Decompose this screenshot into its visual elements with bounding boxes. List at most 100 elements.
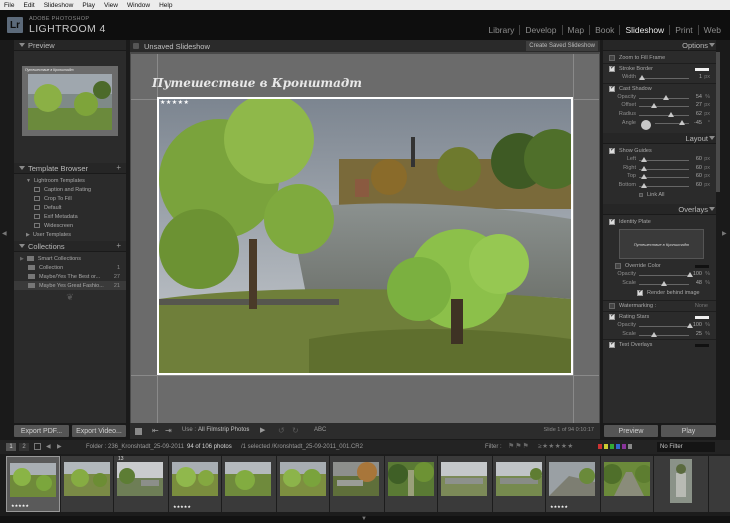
layout-header[interactable]: Layout xyxy=(603,133,716,144)
filmstrip-thumb[interactable] xyxy=(493,456,545,512)
preview-panel-header[interactable]: Preview xyxy=(14,40,126,51)
add-collection-icon[interactable]: + xyxy=(116,241,121,250)
folder-lightroom-templates[interactable]: ▼ Lightroom Templates xyxy=(14,176,126,185)
bottom-guide-slider[interactable]: Bottom 60 px xyxy=(603,182,716,191)
show-guides-row[interactable]: Show Guides xyxy=(603,146,716,156)
filter-preset-select[interactable]: No Filter xyxy=(657,442,715,452)
rating-opacity-slider[interactable]: Opacity 100% xyxy=(603,322,716,331)
star-filter-icon[interactable]: ≥★★★★★ xyxy=(538,442,574,450)
template-item[interactable]: Widescreen xyxy=(14,221,126,230)
watermarking-checkbox[interactable] xyxy=(609,303,615,309)
template-browser-header[interactable]: Template Browser + xyxy=(14,163,126,174)
preview-button[interactable]: Preview xyxy=(604,425,658,437)
next-slide-icon[interactable]: ⇥ xyxy=(165,426,172,435)
previous-slide-icon[interactable]: ⇤ xyxy=(152,426,159,435)
identity-plate-preview[interactable]: Путешествие в Кронштадт xyxy=(619,229,704,259)
zoom-to-fill-row[interactable]: Zoom to Fill Frame xyxy=(603,53,716,63)
main-photo[interactable] xyxy=(159,99,571,373)
cast-shadow-checkbox[interactable] xyxy=(609,84,615,92)
rating-stars-checkbox[interactable] xyxy=(609,312,615,320)
menu-help[interactable]: Help xyxy=(159,2,172,9)
collection-item[interactable]: Maybe/Yes The Best or... 27 xyxy=(14,272,126,281)
collection-item[interactable]: Collection 1 xyxy=(14,263,126,272)
rating-stars-row[interactable]: Rating Stars xyxy=(603,312,716,322)
menu-slideshow[interactable]: Slideshow xyxy=(44,2,74,9)
template-item[interactable]: Default xyxy=(14,203,126,212)
play-icon[interactable]: ▶ xyxy=(260,426,265,434)
template-item[interactable]: Crop To Fill xyxy=(14,194,126,203)
use-select[interactable]: All Filmstrip Photos xyxy=(198,427,249,433)
filmstrip-thumb[interactable]: ★★★★★ xyxy=(546,456,600,512)
green-label-filter[interactable] xyxy=(610,444,614,449)
identity-plate-text[interactable]: Путешествие в Кронштадт xyxy=(152,76,362,90)
template-item[interactable]: Caption and Rating xyxy=(14,185,126,194)
filmstrip-thumb[interactable] xyxy=(438,456,492,512)
stop-icon[interactable] xyxy=(135,428,142,435)
filmstrip-thumb[interactable] xyxy=(385,456,437,512)
render-behind-row[interactable]: Render behind image xyxy=(603,288,716,298)
menu-edit[interactable]: Edit xyxy=(23,2,34,9)
filmstrip-thumb[interactable] xyxy=(222,456,276,512)
rating-scale-slider[interactable]: Scale 25% xyxy=(603,331,716,340)
text-overlays-row[interactable]: Text Overlays xyxy=(603,340,716,350)
window-1-button[interactable]: 1 xyxy=(6,443,16,451)
module-develop[interactable]: Develop xyxy=(520,25,563,35)
watermarking-row[interactable]: Watermarking : None xyxy=(603,301,716,311)
play-button[interactable]: Play xyxy=(661,425,716,437)
plate-opacity-slider[interactable]: Opacity 100% xyxy=(603,271,716,280)
link-all-checkbox[interactable] xyxy=(639,193,643,197)
overlays-header[interactable]: Overlays xyxy=(603,204,716,215)
grid-view-icon[interactable] xyxy=(34,443,41,450)
create-saved-slideshow-button[interactable]: Create Saved Slideshow xyxy=(526,41,598,51)
add-text-button[interactable]: ABC xyxy=(314,427,326,433)
override-color-row[interactable]: Override Color xyxy=(603,261,716,271)
blue-label-filter[interactable] xyxy=(616,444,620,449)
filmstrip-thumb[interactable] xyxy=(654,456,708,512)
options-header[interactable]: Options xyxy=(603,40,716,51)
rotate-left-icon[interactable]: ↺ xyxy=(278,426,285,435)
add-template-icon[interactable]: + xyxy=(116,163,121,172)
identity-plate-checkbox[interactable] xyxy=(609,217,615,225)
collapse-left-icon[interactable]: ◀ xyxy=(2,230,7,237)
yellow-label-filter[interactable] xyxy=(604,444,608,449)
flag-filter-icon[interactable]: ⚑⚑⚑ xyxy=(508,442,530,450)
angle-dial-icon[interactable] xyxy=(641,120,651,130)
menu-window[interactable]: Window xyxy=(127,2,150,9)
override-color-checkbox[interactable] xyxy=(615,263,621,269)
gray-label-filter[interactable] xyxy=(628,444,632,449)
left-guide-slider[interactable]: Left 60 px xyxy=(603,156,716,165)
module-map[interactable]: Map xyxy=(563,25,591,35)
purple-label-filter[interactable] xyxy=(622,444,626,449)
rating-color-swatch[interactable] xyxy=(695,315,709,319)
plate-scale-slider[interactable]: Scale 48% xyxy=(603,280,716,289)
link-all-row[interactable]: Link All xyxy=(603,190,716,200)
back-arrow-icon[interactable]: ◀ xyxy=(46,443,51,450)
stroke-border-row[interactable]: Stroke Border xyxy=(603,64,716,74)
filmstrip-thumb[interactable] xyxy=(330,456,384,512)
export-video-button[interactable]: Export Video... xyxy=(72,425,126,437)
red-label-filter[interactable] xyxy=(598,444,602,449)
folder-user-templates[interactable]: ▶ User Templates xyxy=(14,230,126,239)
identity-plate-row[interactable]: Identity Plate xyxy=(603,217,716,227)
filmstrip-thumb[interactable]: 13 xyxy=(114,456,168,512)
radius-slider[interactable]: Radius 62 px xyxy=(603,111,716,120)
opacity-slider[interactable]: Opacity 54% xyxy=(603,94,716,103)
watermark-select[interactable]: None xyxy=(695,303,708,309)
top-guide-slider[interactable]: Top 60 px xyxy=(603,173,716,182)
module-web[interactable]: Web xyxy=(699,25,726,35)
text-overlays-checkbox[interactable] xyxy=(609,340,615,348)
right-guide-slider[interactable]: Right 60 px xyxy=(603,165,716,174)
render-behind-checkbox[interactable] xyxy=(637,288,643,296)
stroke-border-checkbox[interactable] xyxy=(609,64,615,72)
collection-item[interactable]: ▶ Smart Collections xyxy=(14,254,126,263)
text-overlay-color-swatch[interactable] xyxy=(695,343,709,347)
width-slider[interactable]: Width 1 px xyxy=(603,74,716,83)
module-library[interactable]: Library xyxy=(483,25,521,35)
template-item[interactable]: Exif Metadata xyxy=(14,212,126,221)
offset-slider[interactable]: Offset 27 px xyxy=(603,102,716,111)
module-book[interactable]: Book xyxy=(590,25,621,35)
right-panel-scrollbar[interactable] xyxy=(716,52,720,192)
menu-view[interactable]: View xyxy=(104,2,118,9)
filmstrip-thumb[interactable]: ★★★★★ xyxy=(169,456,221,512)
menu-play[interactable]: Play xyxy=(82,2,95,9)
